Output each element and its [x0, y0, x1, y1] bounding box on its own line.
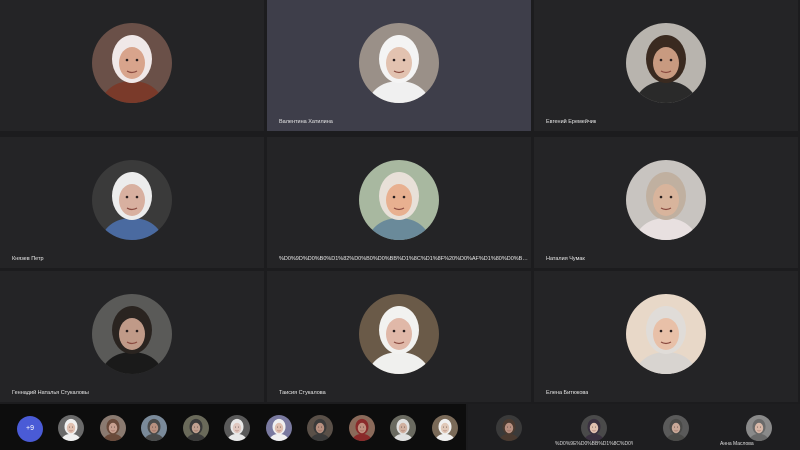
participant-name: Геннадий Наталья Стукаловы [12, 390, 89, 396]
participant-photo [92, 293, 172, 374]
participant-tile[interactable]: Наталия Чумак [534, 137, 798, 268]
participant-name: Наталия Чумак [546, 256, 585, 262]
participant-avatar [626, 293, 706, 374]
participant-photo [92, 159, 172, 240]
participant-avatar [92, 159, 172, 240]
participant-photo [431, 415, 458, 441]
participant-photo [182, 415, 209, 441]
participant-tile[interactable]: %D0%9D%D0%B0%D1%82%D0%B0%D0%BB%D1%8C%D1%… [267, 137, 531, 268]
participant-tile[interactable]: Валентина Хатилина [267, 0, 531, 131]
participant-photo [92, 22, 172, 103]
participant-name: Анна Маслова [720, 441, 754, 447]
participant-photo [626, 22, 706, 103]
participant-photo [746, 415, 772, 441]
participant-name: %D0%9E%D0%BB%D1%8C%D0%B3%D0%B0... [555, 441, 633, 447]
participant-avatar [626, 159, 706, 240]
participant-photo [359, 159, 439, 240]
participant-thumbnail[interactable] [746, 415, 772, 441]
participant-photo [663, 415, 689, 441]
participant-thumbnail[interactable] [224, 415, 250, 441]
participant-avatar [359, 159, 439, 240]
participant-photo [224, 415, 250, 441]
participant-tile[interactable]: Евгений Еремейчик [534, 0, 798, 131]
participant-name: Таисия Стукалова [279, 390, 326, 396]
participant-photo [348, 415, 375, 441]
participant-name: Евгений Еремейчик [546, 119, 597, 125]
participant-thumbnail[interactable] [663, 415, 689, 441]
participant-photo [99, 415, 126, 441]
participant-photo [307, 415, 333, 441]
participant-name: Валентина Хатилина [279, 119, 333, 125]
participant-photo [359, 293, 439, 374]
participant-thumbnail[interactable] [307, 415, 333, 441]
participant-photo [265, 415, 292, 441]
participant-photo [390, 415, 416, 441]
participant-photo [626, 159, 706, 240]
participant-tile[interactable] [0, 0, 264, 131]
participant-photo [58, 415, 84, 441]
participant-thumbnail[interactable] [182, 415, 209, 441]
participant-tile[interactable]: Князев Петр [0, 137, 264, 268]
participant-thumbnail[interactable] [348, 415, 375, 441]
video-grid: Валентина Хатилина Евгений Еремейчик Князе… [0, 0, 800, 402]
more-participants-button[interactable]: +9 [17, 416, 43, 442]
participant-avatar [92, 293, 172, 374]
participant-thumbnail[interactable] [265, 415, 292, 441]
participant-photo [359, 22, 439, 103]
participant-thumbnail[interactable] [390, 415, 416, 441]
participant-tile[interactable]: Таисия Стукалова [267, 271, 531, 402]
participant-name: Елена Битюкова [546, 390, 589, 396]
participant-avatar [626, 22, 706, 103]
participant-thumbnail[interactable] [99, 415, 126, 441]
participant-photo [626, 293, 706, 374]
participant-avatar [359, 22, 439, 103]
participant-name: %D0%9D%D0%B0%D1%82%D0%B0%D0%BB%D1%8C%D1%… [279, 256, 529, 262]
participant-thumbnail[interactable] [141, 415, 167, 441]
participant-avatar [359, 293, 439, 374]
participant-thumbnail[interactable] [496, 415, 522, 441]
participant-thumbnail[interactable] [431, 415, 458, 441]
participant-tile[interactable]: Елена Битюкова [534, 271, 798, 402]
participant-name: Князев Петр [12, 256, 44, 262]
participant-thumbnail[interactable] [58, 415, 84, 441]
participant-thumbnail[interactable] [581, 415, 607, 441]
participant-photo [141, 415, 167, 441]
participant-tile[interactable]: Геннадий Наталья Стукаловы [0, 271, 264, 402]
participant-avatar [92, 22, 172, 103]
participant-photo [496, 415, 522, 441]
participant-photo [581, 415, 607, 441]
